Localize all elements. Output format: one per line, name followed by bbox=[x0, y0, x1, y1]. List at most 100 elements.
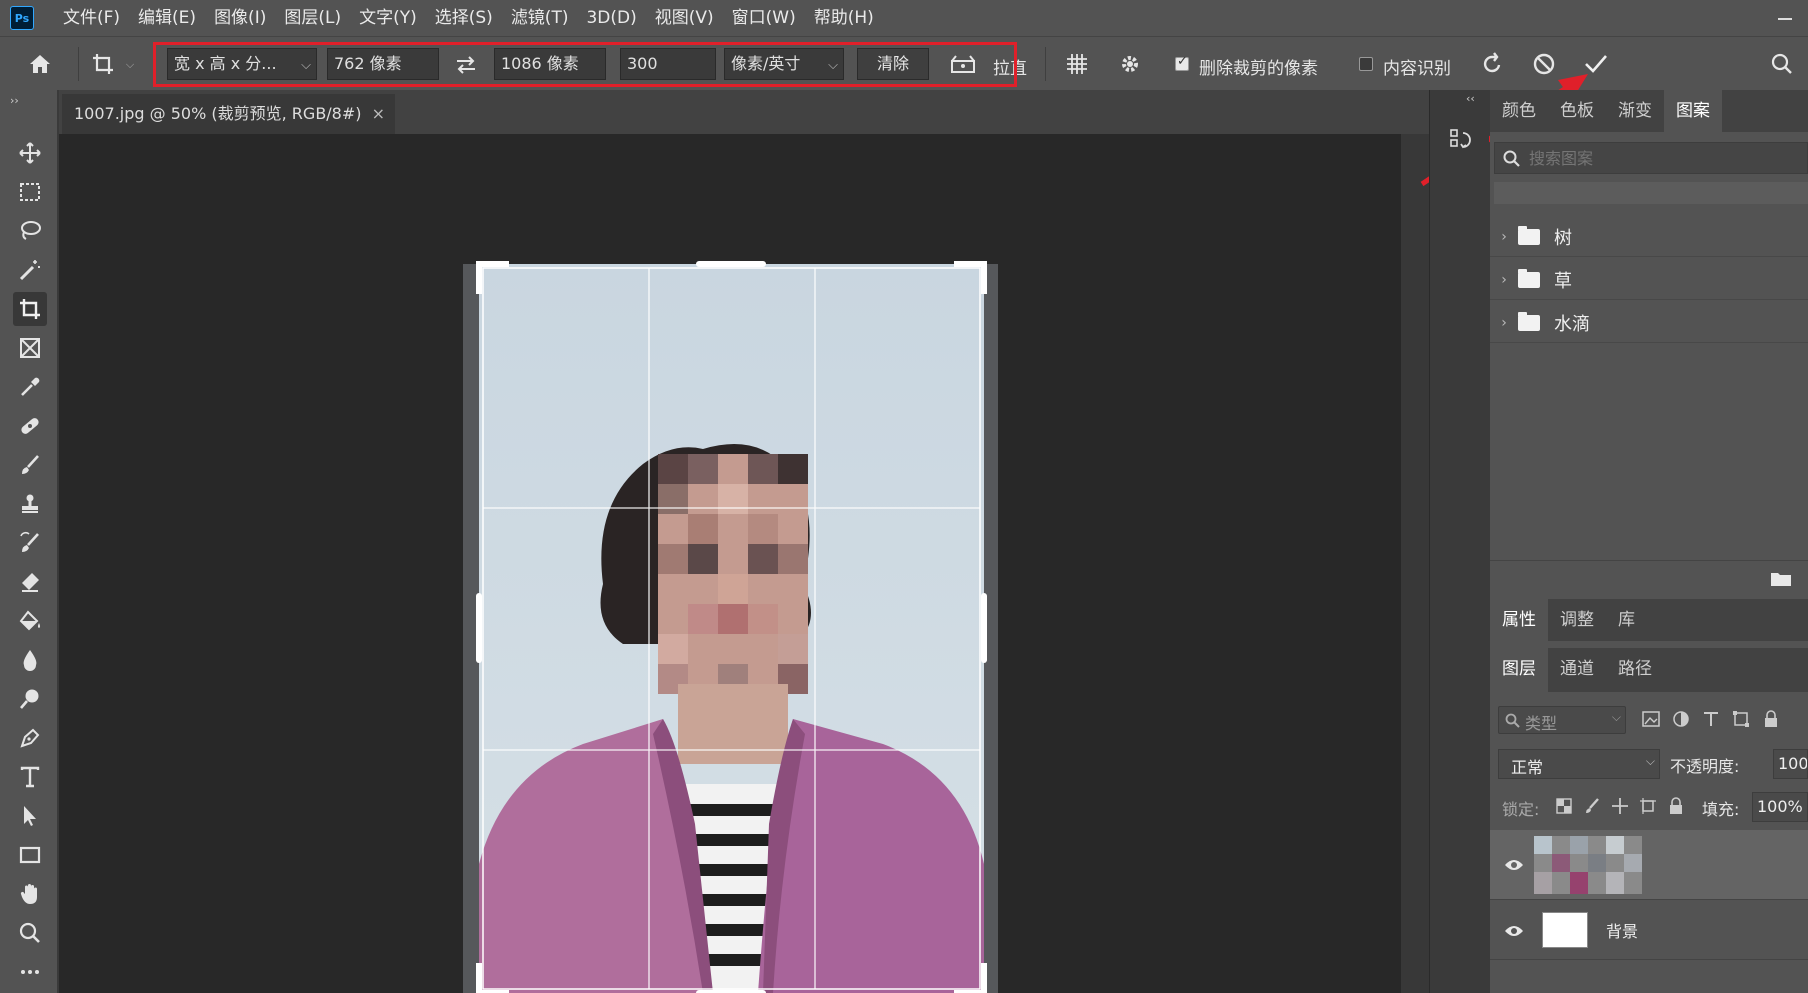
window-minimize-button[interactable] bbox=[1776, 10, 1794, 26]
canvas-vertical-scrollbar[interactable] bbox=[1401, 134, 1429, 993]
canvas-area[interactable] bbox=[59, 134, 1401, 993]
frame-tool-icon[interactable] bbox=[13, 331, 47, 365]
blur-tool-icon[interactable] bbox=[13, 643, 47, 677]
pattern-group-grass[interactable]: › 草 bbox=[1490, 260, 1808, 300]
dodge-tool-icon[interactable] bbox=[13, 682, 47, 716]
menu-type[interactable]: 文字(Y) bbox=[350, 0, 426, 36]
lock-all-icon[interactable] bbox=[1666, 796, 1686, 816]
layer-row-background[interactable]: 背景 bbox=[1490, 902, 1808, 960]
pattern-group-water-drops[interactable]: › 水滴 bbox=[1490, 303, 1808, 343]
layer-filter-dropdown[interactable]: 类型 ⌵ bbox=[1498, 706, 1626, 734]
pen-tool-icon[interactable] bbox=[13, 721, 47, 755]
delete-cropped-checkbox[interactable] bbox=[1175, 54, 1189, 71]
menu-3d[interactable]: 3D(D) bbox=[577, 0, 645, 36]
layer-name[interactable]: 背景 bbox=[1606, 918, 1638, 942]
pattern-group-label: 草 bbox=[1554, 270, 1572, 292]
eyedropper-tool-icon[interactable] bbox=[13, 370, 47, 404]
new-group-folder-icon[interactable] bbox=[1768, 566, 1794, 590]
filter-type-layer-icon[interactable] bbox=[1700, 708, 1722, 730]
straighten-icon[interactable] bbox=[948, 52, 978, 76]
clone-stamp-tool-icon[interactable] bbox=[13, 487, 47, 521]
document-tab[interactable]: 1007.jpg @ 50% (裁剪预览, RGB/8#) × bbox=[62, 94, 395, 134]
menu-file[interactable]: 文件(F) bbox=[54, 0, 129, 36]
tab-paths[interactable]: 路径 bbox=[1606, 648, 1664, 692]
home-icon[interactable] bbox=[26, 51, 54, 77]
blend-mode-dropdown[interactable]: 正常 ⌵ bbox=[1498, 749, 1660, 779]
zoom-tool-icon[interactable] bbox=[13, 916, 47, 950]
history-panel-icon[interactable] bbox=[1448, 126, 1474, 156]
swap-dimensions-icon[interactable] bbox=[452, 52, 480, 78]
clear-button[interactable]: 清除 bbox=[857, 48, 929, 80]
tab-color[interactable]: 颜色 bbox=[1490, 90, 1548, 132]
chevron-down-icon: ⌵ bbox=[1611, 710, 1621, 724]
crop-width-input[interactable]: 762 像素 bbox=[327, 48, 439, 80]
toolbar-collapse-icon[interactable]: ›› bbox=[10, 94, 19, 107]
crop-height-input[interactable]: 1086 像素 bbox=[494, 48, 606, 80]
filter-shape-layer-icon[interactable] bbox=[1730, 708, 1752, 730]
dock-collapse-icon[interactable]: ‹‹ bbox=[1466, 92, 1475, 105]
tab-channels[interactable]: 通道 bbox=[1548, 648, 1606, 692]
search-icon[interactable] bbox=[1768, 50, 1796, 78]
marquee-tool-icon[interactable] bbox=[13, 175, 47, 209]
straighten-label[interactable]: 拉直 bbox=[993, 54, 1027, 79]
tab-patterns[interactable]: 图案 bbox=[1664, 90, 1722, 132]
lock-artboard-icon[interactable] bbox=[1638, 796, 1658, 816]
lock-image-pixels-icon[interactable] bbox=[1582, 796, 1602, 816]
menu-select[interactable]: 选择(S) bbox=[426, 0, 502, 36]
magic-wand-tool-icon[interactable] bbox=[13, 253, 47, 287]
lock-position-icon[interactable] bbox=[1610, 796, 1630, 816]
crop-tool-icon-active[interactable] bbox=[13, 292, 47, 326]
path-selection-tool-icon[interactable] bbox=[13, 799, 47, 833]
tab-swatches[interactable]: 色板 bbox=[1548, 90, 1606, 132]
menu-filter[interactable]: 滤镜(T) bbox=[502, 0, 578, 36]
menu-window[interactable]: 窗口(W) bbox=[723, 0, 805, 36]
tab-gradients[interactable]: 渐变 bbox=[1606, 90, 1664, 132]
resolution-input[interactable]: 300 bbox=[620, 48, 716, 80]
menu-edit[interactable]: 编辑(E) bbox=[129, 0, 205, 36]
move-tool-icon[interactable] bbox=[13, 136, 47, 170]
tab-layers[interactable]: 图层 bbox=[1490, 648, 1548, 692]
healing-brush-tool-icon[interactable] bbox=[13, 409, 47, 443]
paint-bucket-tool-icon[interactable] bbox=[13, 604, 47, 638]
brush-tool-icon[interactable] bbox=[13, 448, 47, 482]
document-tab-strip: 1007.jpg @ 50% (裁剪预览, RGB/8#) × bbox=[59, 90, 1429, 134]
filter-adjustment-layer-icon[interactable] bbox=[1670, 708, 1692, 730]
eye-visibility-icon[interactable] bbox=[1504, 858, 1524, 872]
pattern-search-box[interactable] bbox=[1494, 142, 1808, 174]
layer-row-cropped[interactable] bbox=[1490, 830, 1808, 900]
type-tool-icon[interactable] bbox=[13, 760, 47, 794]
tab-adjustments[interactable]: 调整 bbox=[1548, 599, 1606, 641]
menu-view[interactable]: 视图(V) bbox=[646, 0, 723, 36]
fill-input[interactable]: 100% bbox=[1752, 792, 1808, 822]
menu-layer[interactable]: 图层(L) bbox=[275, 0, 350, 36]
pattern-preview-slider[interactable] bbox=[1494, 182, 1808, 204]
crop-frame[interactable] bbox=[476, 261, 987, 993]
content-aware-checkbox[interactable] bbox=[1359, 57, 1373, 71]
eraser-tool-icon[interactable] bbox=[13, 565, 47, 599]
menu-help[interactable]: 帮助(H) bbox=[805, 0, 883, 36]
eye-visibility-icon[interactable] bbox=[1504, 924, 1524, 938]
pattern-search-input[interactable] bbox=[1529, 143, 1799, 173]
filter-smart-object-icon[interactable] bbox=[1760, 708, 1782, 730]
pattern-group-trees[interactable]: › 树 bbox=[1490, 217, 1808, 257]
gear-icon[interactable] bbox=[1116, 50, 1144, 78]
tab-properties[interactable]: 属性 bbox=[1490, 599, 1548, 641]
lock-label: 锁定: bbox=[1502, 800, 1540, 819]
lock-transparent-pixels-icon[interactable] bbox=[1554, 796, 1574, 816]
hand-tool-icon[interactable] bbox=[13, 877, 47, 911]
rectangle-tool-icon[interactable] bbox=[13, 838, 47, 872]
filter-pixel-layer-icon[interactable] bbox=[1640, 708, 1662, 730]
menu-image[interactable]: 图像(I) bbox=[205, 0, 275, 36]
overlay-grid-icon[interactable] bbox=[1063, 50, 1091, 78]
resolution-unit-dropdown[interactable]: 像素/英寸 bbox=[724, 48, 844, 80]
tab-libraries[interactable]: 库 bbox=[1606, 599, 1647, 641]
tool-preset-chevron-icon[interactable]: ⌵ bbox=[124, 58, 136, 71]
opacity-input[interactable]: 100% bbox=[1773, 749, 1808, 779]
more-tools-icon[interactable] bbox=[13, 955, 47, 989]
crop-ratio-dropdown[interactable]: 宽 x 高 x 分... bbox=[167, 48, 317, 80]
crop-tool-icon[interactable] bbox=[90, 51, 116, 77]
close-tab-icon[interactable]: × bbox=[372, 94, 385, 134]
history-brush-tool-icon[interactable] bbox=[13, 526, 47, 560]
lasso-tool-icon[interactable] bbox=[13, 214, 47, 248]
chevron-right-icon: › bbox=[1501, 271, 1507, 288]
